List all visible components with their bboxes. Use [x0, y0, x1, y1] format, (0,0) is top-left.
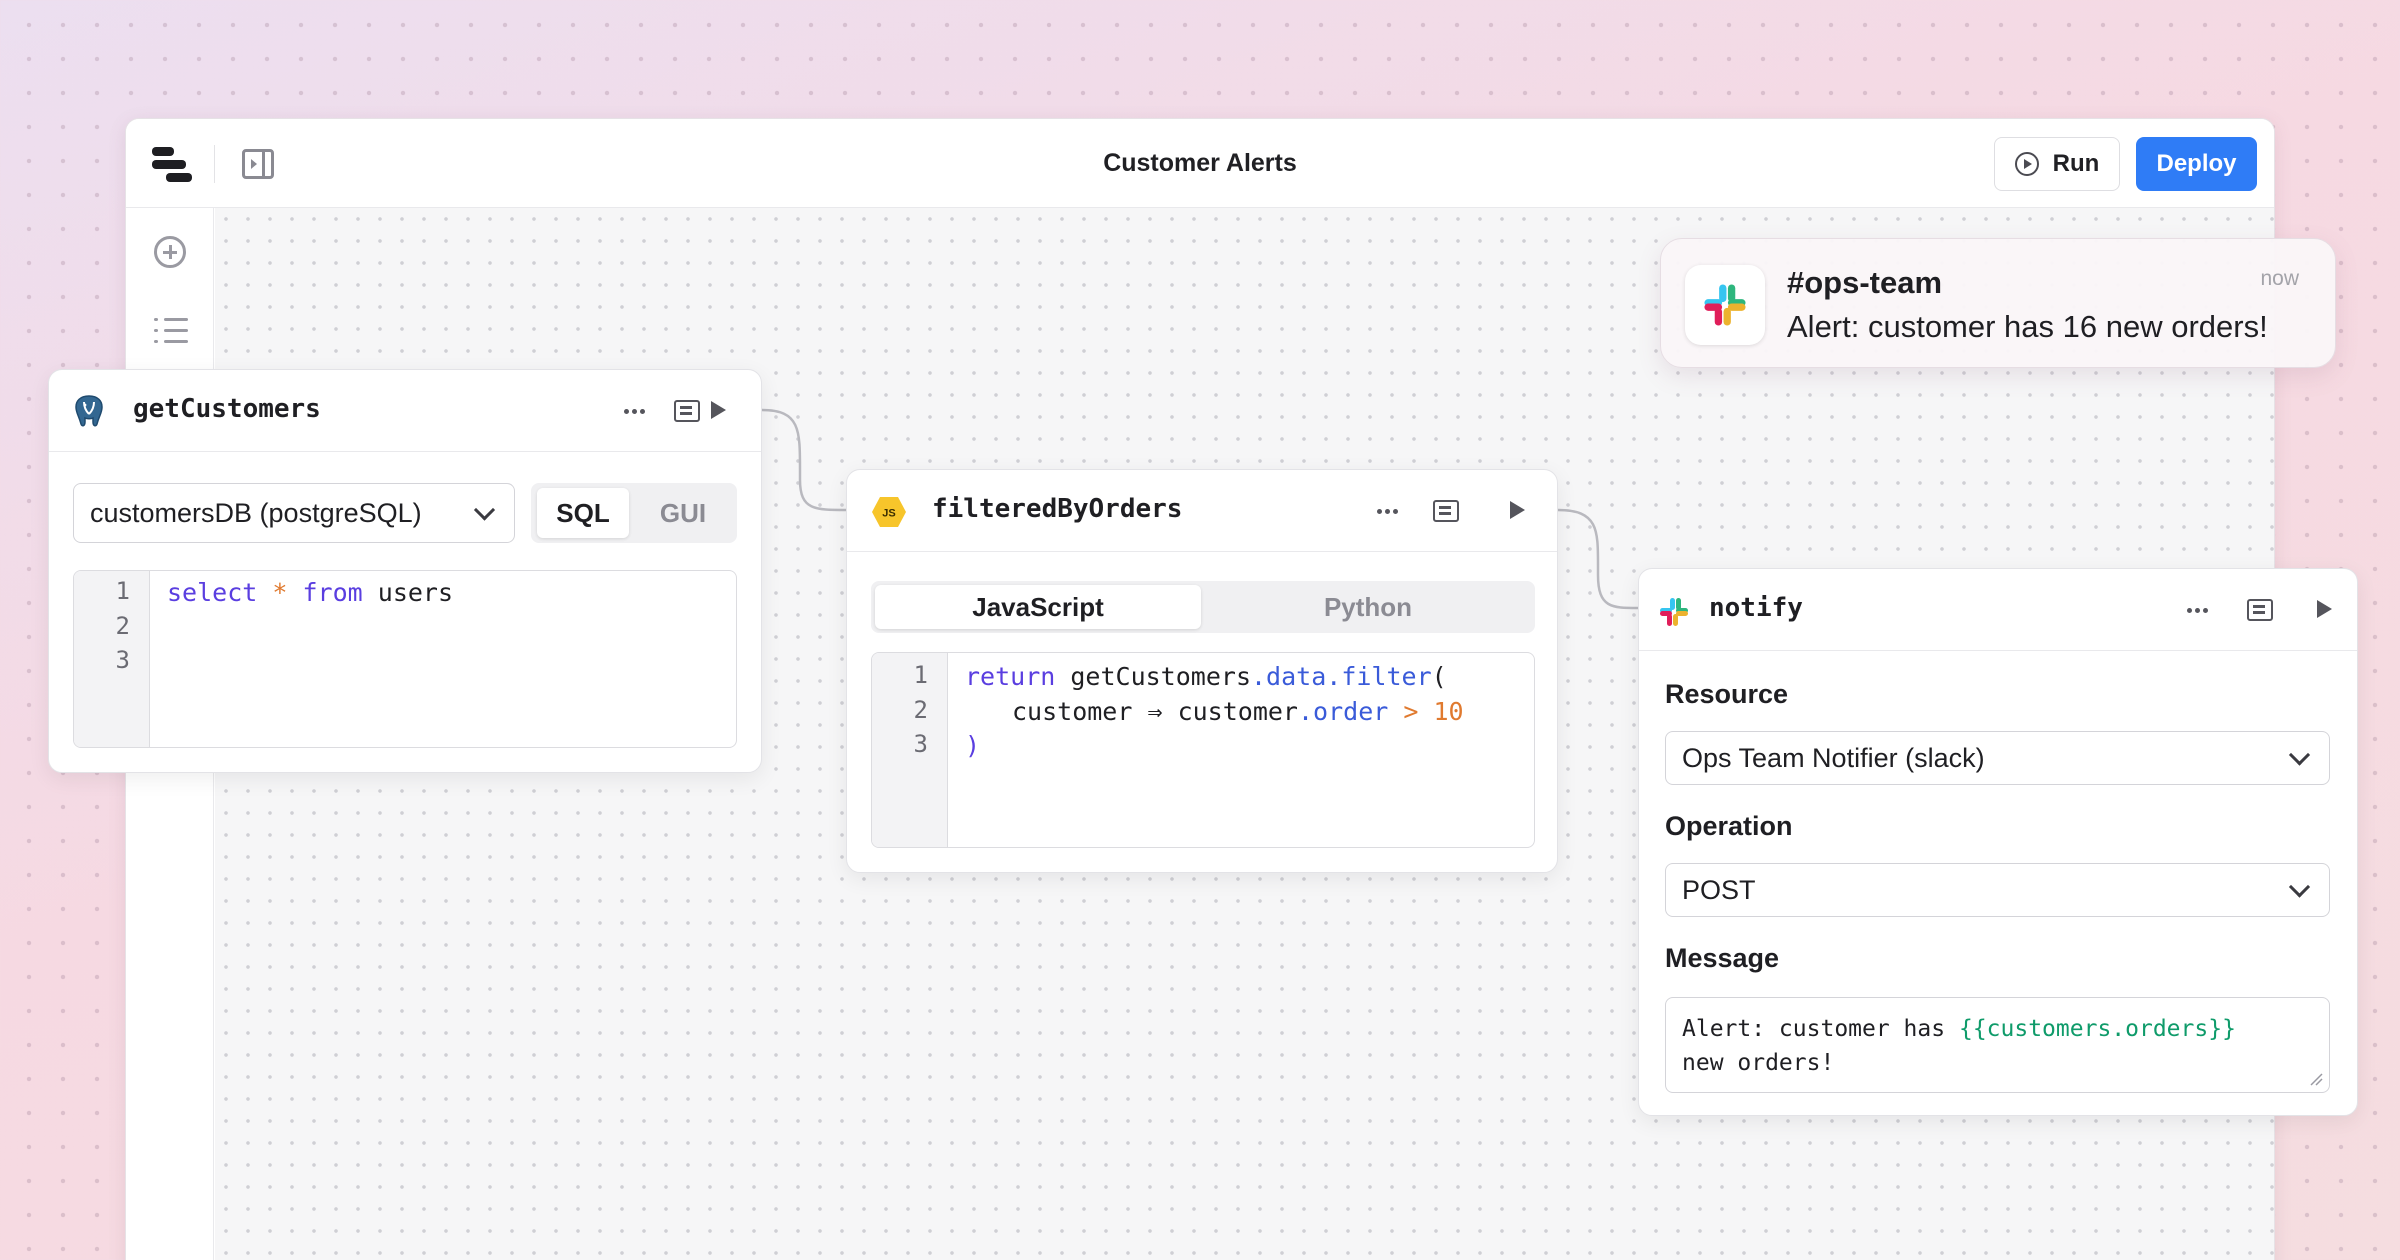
chevron-down-icon: [2288, 744, 2311, 766]
language-javascript[interactable]: JavaScript: [875, 585, 1201, 629]
deploy-button[interactable]: Deploy: [2136, 137, 2257, 191]
resource-value: Ops Team Notifier (slack): [1682, 742, 1985, 773]
play-icon[interactable]: [2317, 600, 2332, 618]
code-line: customer ⇒ customer.order > 10: [1012, 697, 1464, 726]
slack-app-icon: [1685, 265, 1765, 345]
node-title: notify: [1709, 593, 1803, 623]
js-editor[interactable]: 1 2 3 return getCustomers.data.filter( c…: [871, 652, 1535, 848]
logs-icon[interactable]: [1433, 500, 1459, 522]
code-line: select * from users: [167, 578, 454, 607]
line-number: 2: [913, 696, 928, 724]
operation-value: POST: [1682, 874, 1756, 905]
line-number: 2: [115, 612, 130, 640]
slack-icon: [1660, 598, 1688, 626]
message-label: Message: [1665, 943, 1780, 973]
node-header: getCustomers: [49, 370, 761, 452]
play-circle-icon: [2014, 152, 2039, 176]
message-textarea[interactable]: Alert: customer has {{customers.orders}}…: [1665, 997, 2330, 1093]
workflow-title: Customer Alerts: [1103, 149, 1297, 177]
node-filteredbyorders[interactable]: JS filteredByOrders JavaScript Python 1 …: [846, 469, 1558, 873]
line-gutter: 1 2 3: [74, 571, 150, 747]
resource-value: customersDB (postgreSQL): [90, 497, 422, 528]
line-number: 1: [913, 661, 928, 689]
node-notify[interactable]: notify Resource Ops Team Notifier (slack…: [1638, 568, 2358, 1116]
run-label: Run: [2052, 150, 2100, 177]
operation-label: Operation: [1665, 811, 1793, 841]
line-number: 3: [913, 730, 928, 758]
play-icon[interactable]: [1510, 501, 1525, 519]
operation-select[interactable]: POST: [1665, 863, 2330, 917]
resource-select[interactable]: customersDB (postgreSQL): [73, 483, 515, 543]
mode-sql[interactable]: SQL: [537, 488, 629, 538]
mode-gui[interactable]: GUI: [635, 488, 731, 538]
code-line: return getCustomers.data.filter(: [965, 662, 1447, 691]
top-bar: Customer Alerts Run Deploy: [126, 119, 2274, 208]
language-python[interactable]: Python: [1205, 585, 1531, 629]
line-number: 3: [115, 646, 130, 674]
logs-icon[interactable]: [2247, 599, 2273, 621]
language-toggle: JavaScript Python: [871, 581, 1535, 633]
logs-icon[interactable]: [674, 400, 700, 422]
sql-editor[interactable]: 1 2 3 select * from users: [73, 570, 737, 748]
js-icon: JS: [872, 497, 906, 527]
resource-select[interactable]: Ops Team Notifier (slack): [1665, 731, 2330, 785]
node-header: notify: [1639, 569, 2357, 651]
chevron-down-icon: [2288, 876, 2311, 898]
slack-notification[interactable]: #ops-team Alert: customer has 16 new ord…: [1660, 238, 2336, 368]
node-title: filteredByOrders: [932, 494, 1183, 524]
more-icon[interactable]: [624, 409, 646, 414]
resource-label: Resource: [1665, 679, 1789, 709]
notification-channel: #ops-team: [1787, 265, 1943, 300]
line-number: 1: [115, 577, 130, 605]
postgres-icon: [75, 395, 103, 427]
node-header: JS filteredByOrders: [847, 470, 1557, 552]
chevron-down-icon: [473, 499, 496, 521]
more-icon[interactable]: [2187, 608, 2209, 613]
run-button[interactable]: Run: [1994, 137, 2120, 191]
node-getcustomers[interactable]: getCustomers customersDB (postgreSQL) SQ…: [48, 369, 762, 773]
resize-handle-icon[interactable]: [2309, 1072, 2323, 1086]
more-icon[interactable]: [1377, 509, 1399, 514]
list-icon[interactable]: [154, 318, 188, 344]
notification-message: Alert: customer has 16 new orders!: [1787, 309, 2268, 344]
play-icon[interactable]: [711, 401, 726, 419]
code-line: ): [965, 731, 981, 760]
slack-icon: [1704, 284, 1746, 326]
node-title: getCustomers: [133, 394, 321, 424]
svg-text:JS: JS: [882, 508, 895, 520]
add-icon[interactable]: [154, 236, 186, 268]
query-mode-toggle: SQL GUI: [531, 483, 737, 543]
notification-time: now: [2260, 267, 2299, 290]
line-gutter: 1 2 3: [872, 653, 948, 847]
